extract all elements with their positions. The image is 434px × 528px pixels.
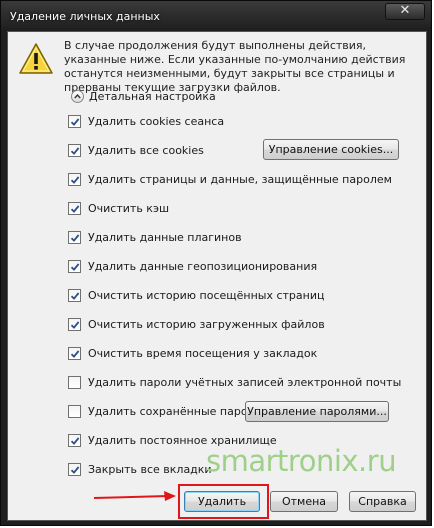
cancel-button[interactable]: Отмена xyxy=(270,491,338,512)
checkbox-checked[interactable] xyxy=(68,346,81,360)
option-row[interactable]: Удалить пароли учётных записей электронн… xyxy=(68,374,401,390)
option-label: Очистить кэш xyxy=(88,201,170,215)
watermark-text: smartronix.ru xyxy=(206,444,397,478)
checkbox-checked[interactable] xyxy=(68,462,81,476)
manage-passwords-button[interactable]: Управление паролями... xyxy=(245,401,389,422)
delete-highlight-frame xyxy=(178,484,269,519)
manage-cookies-button[interactable]: Управление cookies... xyxy=(263,139,399,160)
option-row[interactable]: Удалить страницы и данные, защищённые па… xyxy=(68,171,392,187)
arrow-right-icon xyxy=(93,491,176,501)
option-label: Закрыть все вкладки xyxy=(88,462,212,476)
checkbox-checked[interactable] xyxy=(68,172,81,186)
checkbox-checked[interactable] xyxy=(68,288,81,302)
option-label: Удалить все cookies xyxy=(88,143,204,157)
option-row[interactable]: Удалить cookies сеанса xyxy=(68,113,224,129)
option-label: Очистить историю загруженных файлов xyxy=(88,317,325,331)
option-label: Удалить сохранённые пароли xyxy=(88,404,262,418)
option-row[interactable]: Удалить все cookies xyxy=(68,142,204,158)
option-label: Очистить историю посещённых страниц xyxy=(88,288,325,302)
checkbox-checked[interactable] xyxy=(68,433,81,447)
option-label: Удалить cookies сеанса xyxy=(88,114,225,128)
option-row[interactable]: Очистить историю загруженных файлов xyxy=(68,316,325,332)
checkbox-checked[interactable] xyxy=(68,114,81,128)
checkbox-checked[interactable] xyxy=(68,143,81,157)
warning-message: В случае продолжения будут выполнены дей… xyxy=(64,39,406,94)
details-toggle[interactable]: Детальная настройка xyxy=(71,88,216,104)
option-row[interactable]: Закрыть все вкладки xyxy=(68,461,212,477)
checkbox-checked[interactable] xyxy=(68,317,81,331)
option-label: Удалить данные плагинов xyxy=(88,230,242,244)
option-label: Удалить пароли учётных записей электронн… xyxy=(88,375,402,389)
checkbox-unchecked[interactable] xyxy=(68,404,81,418)
title-bar[interactable]: Удаление личных данных ✕ xyxy=(1,1,431,31)
details-label: Детальная настройка xyxy=(89,89,216,103)
x-icon: ✕ xyxy=(399,3,411,18)
checkbox-checked[interactable] xyxy=(68,259,81,273)
checkbox-unchecked[interactable] xyxy=(68,375,81,389)
checkbox-checked[interactable] xyxy=(68,230,81,244)
window-title: Удаление личных данных xyxy=(10,10,160,23)
close-button[interactable]: ✕ xyxy=(385,3,425,20)
option-row[interactable]: Очистить кэш xyxy=(68,200,169,216)
chevron-up-icon[interactable] xyxy=(71,89,84,103)
option-row[interactable]: Удалить данные геопозиционирования xyxy=(68,258,317,274)
option-row[interactable]: Удалить сохранённые пароли xyxy=(68,403,262,419)
option-label: Удалить страницы и данные, защищённые па… xyxy=(88,172,392,186)
checkbox-checked[interactable] xyxy=(68,201,81,215)
warning-icon xyxy=(19,43,53,74)
option-label: Очистить время посещения у закладок xyxy=(88,346,318,360)
option-row[interactable]: Очистить время посещения у закладок xyxy=(68,345,317,361)
option-row[interactable]: Удалить данные плагинов xyxy=(68,229,242,245)
option-label: Удалить данные геопозиционирования xyxy=(88,259,318,273)
option-row[interactable]: Очистить историю посещённых страниц xyxy=(68,287,324,303)
help-button[interactable]: Справка xyxy=(349,491,416,512)
